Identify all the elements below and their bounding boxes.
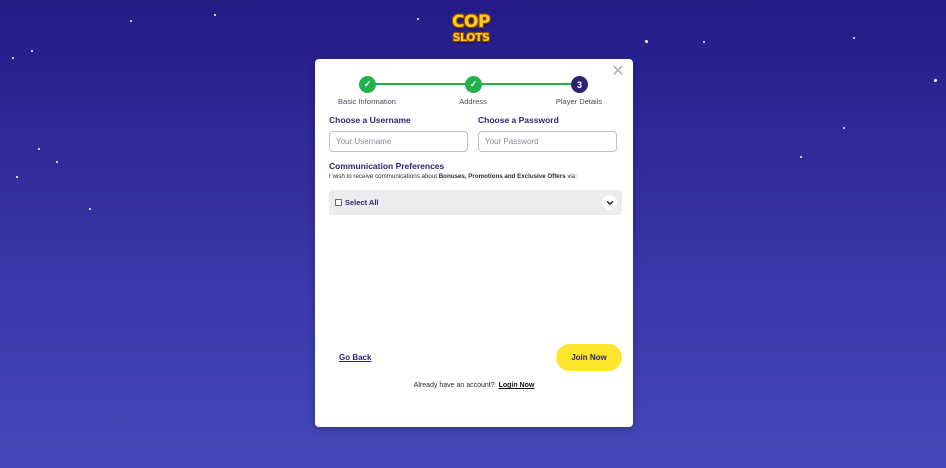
step-label-basic-information: Basic Information (338, 97, 396, 106)
step-label-player-details: Player Details (555, 97, 603, 106)
step-1-check-icon: ✓ (359, 76, 376, 93)
password-label: Choose a Password (478, 115, 559, 125)
star (56, 161, 58, 163)
select-all-checkbox[interactable] (335, 199, 342, 206)
password-input[interactable] (478, 131, 617, 152)
go-back-link[interactable]: Go Back (339, 353, 371, 362)
star (89, 208, 91, 210)
select-all-row[interactable]: Select All (329, 190, 622, 215)
logo-text-top: COP (452, 11, 490, 32)
registration-modal: ✕ ✓ ✓ 3 Basic Information Address Player… (315, 59, 633, 427)
username-label: Choose a Username (329, 115, 411, 125)
brand-logo[interactable]: COP SLOTS (446, 8, 496, 48)
join-now-button[interactable]: Join Now (556, 344, 622, 371)
chevron-down-icon[interactable] (602, 195, 617, 210)
step-connector (375, 83, 467, 85)
communication-preferences-title: Communication Preferences (329, 161, 445, 171)
star (800, 156, 802, 158)
star (417, 18, 419, 20)
step-3-number: 3 (571, 76, 588, 93)
star (12, 57, 14, 59)
star (843, 127, 845, 129)
step-connector (481, 83, 573, 85)
select-all-label[interactable]: Select All (345, 198, 379, 207)
step-label-address: Address (459, 97, 487, 106)
login-now-link[interactable]: Login Now (499, 382, 535, 389)
communication-preferences-description: I wish to receive communications about B… (329, 173, 577, 180)
star (130, 20, 132, 22)
username-input[interactable] (329, 131, 468, 152)
star (16, 176, 18, 178)
star (934, 79, 937, 82)
progress-stepper: ✓ ✓ 3 Basic Information Address Player D… (315, 76, 633, 108)
star (853, 37, 855, 39)
star (38, 148, 40, 150)
logo-text-bottom: SLOTS (452, 30, 490, 44)
star (214, 14, 216, 16)
login-prompt-row: Already have an account? Login Now (315, 382, 633, 389)
login-prompt-text: Already have an account? (413, 382, 495, 389)
step-2-check-icon: ✓ (465, 76, 482, 93)
star (31, 50, 33, 52)
star (645, 40, 648, 43)
star (703, 41, 705, 43)
